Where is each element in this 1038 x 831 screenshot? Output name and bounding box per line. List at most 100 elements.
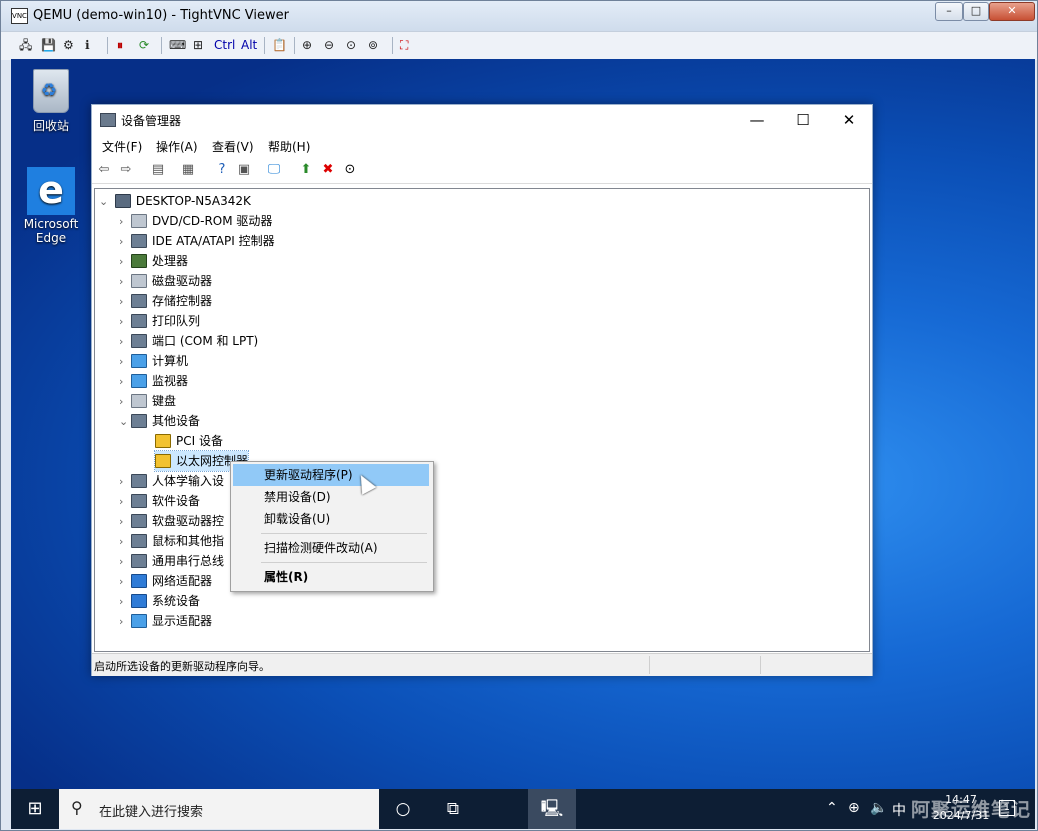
menu-properties[interactable]: 属性(R) bbox=[233, 566, 429, 588]
chevron-right-icon[interactable]: › bbox=[119, 472, 131, 492]
menu-uninstall-device[interactable]: 卸载设备(U) bbox=[233, 508, 429, 530]
action-pane-icon[interactable]: ▣ bbox=[236, 162, 252, 178]
chevron-right-icon[interactable]: › bbox=[119, 592, 131, 612]
menu-update-driver[interactable]: 更新驱动程序(P) bbox=[233, 464, 429, 486]
chevron-right-icon[interactable]: › bbox=[119, 612, 131, 632]
info-icon[interactable]: ℹ bbox=[85, 36, 90, 54]
chevron-right-icon[interactable]: › bbox=[119, 252, 131, 272]
ctrl-key-button[interactable]: Ctrl bbox=[214, 36, 235, 54]
task-view-button[interactable]: ⧉ bbox=[429, 789, 477, 829]
tree-item-label: 系统设备 bbox=[152, 594, 201, 608]
vnc-minimize-button[interactable]: – bbox=[935, 2, 963, 21]
tree-item-print[interactable]: › 打印队列 bbox=[119, 311, 200, 331]
options-icon[interactable]: ⚙ bbox=[63, 36, 74, 54]
chevron-right-icon[interactable]: › bbox=[119, 512, 131, 532]
tree-item-pci[interactable]: PCI 设备 bbox=[155, 431, 223, 451]
help-icon[interactable]: ? bbox=[214, 162, 230, 178]
tree-item-system[interactable]: › 系统设备 bbox=[119, 591, 200, 611]
tree-item-computer[interactable]: › 计算机 bbox=[119, 351, 188, 371]
chevron-right-icon[interactable]: › bbox=[119, 212, 131, 232]
zoom-in-icon[interactable]: ⊕ bbox=[302, 36, 312, 54]
properties-icon[interactable]: ▦ bbox=[180, 162, 196, 178]
menu-disable-device[interactable]: 禁用设备(D) bbox=[233, 486, 429, 508]
scan-hardware-icon[interactable]: 🖵 bbox=[266, 162, 282, 178]
zoom-100-icon[interactable]: ⊙ bbox=[346, 36, 356, 54]
chevron-right-icon[interactable]: › bbox=[119, 532, 131, 552]
chevron-right-icon[interactable]: › bbox=[119, 232, 131, 252]
chevron-right-icon[interactable]: › bbox=[119, 572, 131, 592]
tree-item-keyboard[interactable]: › 键盘 bbox=[119, 391, 176, 411]
new-connection-icon[interactable]: 🖧 bbox=[19, 36, 32, 54]
minimize-button[interactable]: — bbox=[734, 105, 780, 135]
zoom-fit-icon[interactable]: ⊚ bbox=[368, 36, 378, 54]
save-icon[interactable]: 💾 bbox=[41, 36, 56, 54]
menu-file[interactable]: 文件(F) bbox=[102, 138, 142, 155]
chevron-right-icon[interactable]: › bbox=[119, 372, 131, 392]
tree-root[interactable]: ⌄ DESKTOP-N5A342K bbox=[99, 191, 251, 211]
tree-item-usb[interactable]: › 通用串行总线 bbox=[119, 551, 224, 571]
tree-item-processor[interactable]: › 处理器 bbox=[119, 251, 188, 271]
vnc-maximize-button[interactable]: □ bbox=[963, 2, 989, 21]
tree-item-other[interactable]: ⌄ 其他设备 bbox=[119, 411, 200, 431]
volume-muted-icon[interactable]: 🔈 bbox=[870, 800, 887, 816]
menu-scan-hardware[interactable]: 扫描检测硬件改动(A) bbox=[233, 537, 429, 559]
tray-overflow-icon[interactable]: ⌃ bbox=[826, 800, 838, 816]
menu-help[interactable]: 帮助(H) bbox=[268, 138, 310, 155]
tree-item-mouse[interactable]: › 鼠标和其他指 bbox=[119, 531, 224, 551]
tree-item-ide[interactable]: › IDE ATA/ATAPI 控制器 bbox=[119, 231, 275, 251]
taskbar-device-manager[interactable]: 🖳 bbox=[528, 789, 576, 829]
tree-item-disk[interactable]: › 磁盘驱动器 bbox=[119, 271, 212, 291]
tree-item-network[interactable]: › 网络适配器 bbox=[119, 571, 212, 591]
storage-controller-icon bbox=[131, 293, 147, 308]
device-manager-title-bar[interactable]: 设备管理器 — ☐ ✕ bbox=[92, 105, 872, 135]
tree-item-floppy[interactable]: › 软盘驱动器控 bbox=[119, 511, 224, 531]
zoom-out-icon[interactable]: ⊖ bbox=[324, 36, 334, 54]
alt-key-button[interactable]: Alt bbox=[241, 36, 257, 54]
ctrl-esc-icon[interactable]: ⊞ bbox=[193, 36, 203, 54]
update-driver-icon[interactable]: ⬆ bbox=[298, 162, 314, 178]
disable-icon[interactable]: ⊙ bbox=[342, 162, 358, 178]
show-hide-tree-icon[interactable]: ▤ bbox=[150, 162, 166, 178]
tree-item-storage[interactable]: › 存储控制器 bbox=[119, 291, 212, 311]
vnc-close-button[interactable]: ✕ bbox=[989, 2, 1035, 21]
pause-icon[interactable]: ⏸ bbox=[117, 36, 123, 54]
tree-item-dvd[interactable]: › DVD/CD-ROM 驱动器 bbox=[119, 211, 272, 231]
clipboard-icon[interactable]: 📋 bbox=[272, 36, 287, 54]
chevron-right-icon[interactable]: › bbox=[119, 352, 131, 372]
ime-indicator[interactable]: 中 bbox=[892, 800, 906, 820]
chevron-right-icon[interactable]: › bbox=[119, 332, 131, 352]
vnc-title-bar[interactable]: VNC QEMU (demo-win10) - TightVNC Viewer … bbox=[1, 1, 1037, 31]
tree-item-hid[interactable]: › 人体学输入设 bbox=[119, 471, 224, 491]
chevron-right-icon[interactable]: › bbox=[119, 292, 131, 312]
ctrl-alt-del-icon[interactable]: ⌨ bbox=[169, 36, 186, 54]
tree-item-monitor[interactable]: › 监视器 bbox=[119, 371, 188, 391]
edge-shortcut[interactable]: e Microsoft Edge bbox=[16, 167, 86, 245]
menu-view[interactable]: 查看(V) bbox=[212, 138, 254, 155]
chevron-right-icon[interactable]: › bbox=[119, 492, 131, 512]
chevron-right-icon[interactable]: › bbox=[119, 552, 131, 572]
chevron-right-icon[interactable]: › bbox=[119, 272, 131, 292]
chevron-down-icon[interactable]: ⌄ bbox=[119, 412, 131, 432]
notification-icon[interactable]: 1 bbox=[999, 800, 1015, 816]
tree-item-label: 处理器 bbox=[152, 254, 189, 268]
clock[interactable]: 14:47 2024/7/31 bbox=[916, 792, 1006, 824]
fullscreen-icon[interactable]: ⛶ bbox=[400, 36, 408, 54]
back-icon[interactable]: ⇦ bbox=[96, 162, 112, 178]
forward-icon[interactable]: ⇨ bbox=[118, 162, 134, 178]
menu-action[interactable]: 操作(A) bbox=[156, 138, 198, 155]
recycle-bin-shortcut[interactable]: 回收站 bbox=[16, 69, 86, 134]
chevron-right-icon[interactable]: › bbox=[119, 312, 131, 332]
close-button[interactable]: ✕ bbox=[826, 105, 872, 135]
maximize-button[interactable]: ☐ bbox=[780, 105, 826, 135]
search-box[interactable]: ⚲ 在此键入进行搜索 bbox=[59, 789, 379, 829]
chevron-right-icon[interactable]: › bbox=[119, 392, 131, 412]
tree-item-software[interactable]: › 软件设备 bbox=[119, 491, 200, 511]
start-button[interactable]: ⊞ bbox=[11, 789, 59, 829]
uninstall-icon[interactable]: ✖ bbox=[320, 162, 336, 178]
tree-item-ports[interactable]: › 端口 (COM 和 LPT) bbox=[119, 331, 258, 351]
network-icon[interactable]: ⊕ bbox=[848, 800, 860, 816]
chevron-down-icon[interactable]: ⌄ bbox=[99, 192, 111, 212]
refresh-icon[interactable]: ⟳ bbox=[139, 36, 149, 54]
cortana-button[interactable]: ○ bbox=[379, 789, 427, 829]
tree-item-display[interactable]: › 显示适配器 bbox=[119, 611, 212, 631]
